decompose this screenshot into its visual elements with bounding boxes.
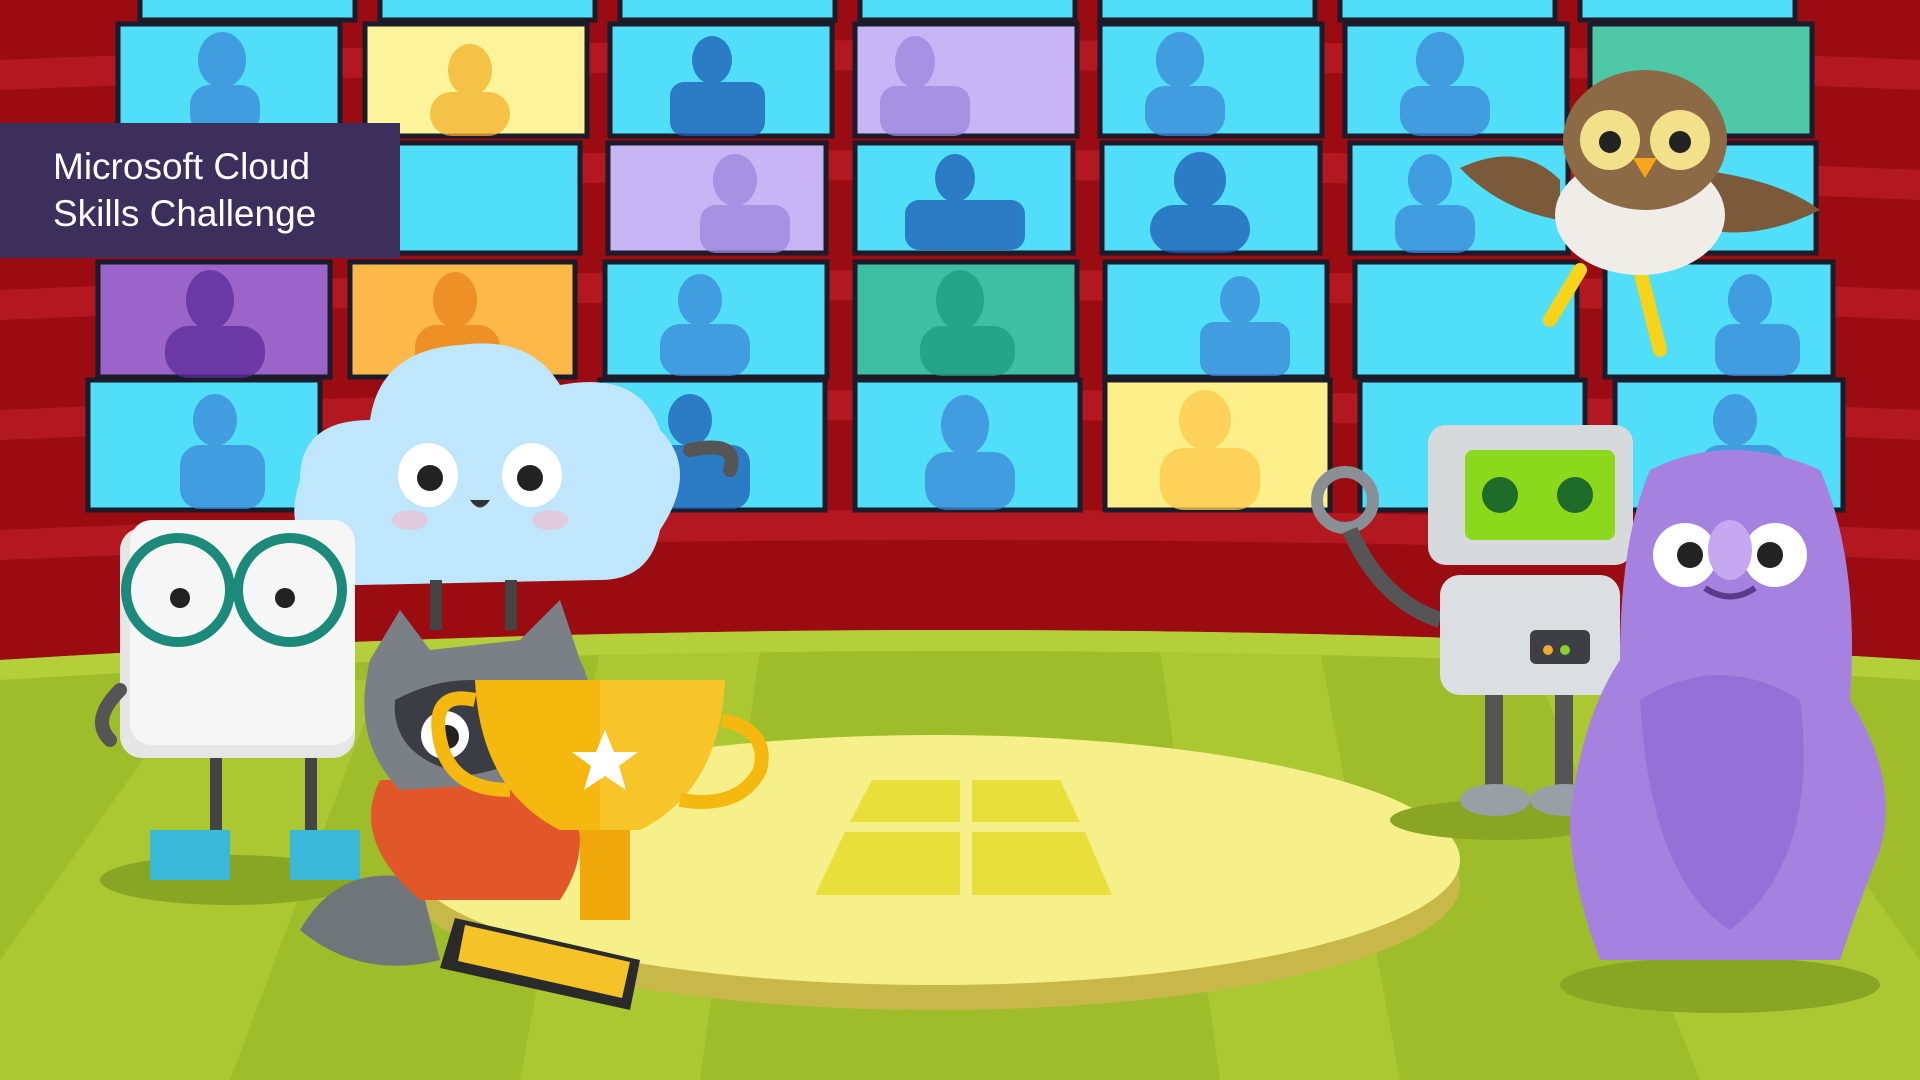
title-banner: Microsoft Cloud Skills Challenge: [0, 123, 400, 258]
title-line-1: Microsoft Cloud: [53, 146, 311, 187]
scene: Microsoft Cloud Skills Challenge: [0, 0, 1920, 1080]
title-line-2: Skills Challenge: [53, 193, 317, 234]
